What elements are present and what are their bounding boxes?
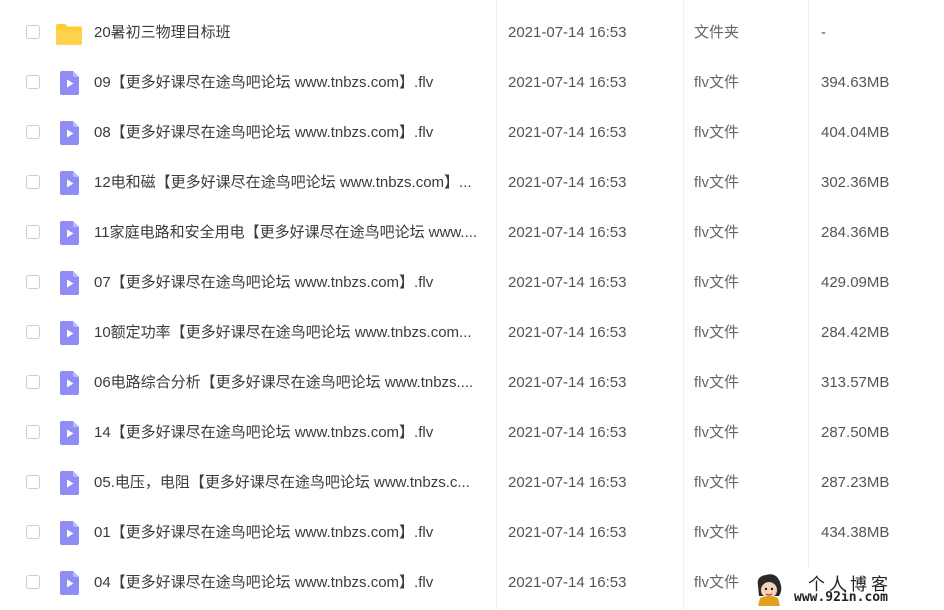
- file-type: flv文件: [694, 74, 740, 91]
- video-file-icon: [60, 271, 79, 295]
- modified-date: 2021-07-14 16:53: [508, 74, 627, 91]
- file-name[interactable]: 11家庭电路和安全用电【更多好课尽在途鸟吧论坛 www....: [94, 208, 489, 258]
- file-type: flv文件: [694, 374, 740, 391]
- row-checkbox[interactable]: [26, 525, 40, 539]
- modified-date: 2021-07-14 16:53: [508, 224, 627, 241]
- modified-date: 2021-07-14 16:53: [508, 524, 627, 541]
- file-size: 404.04MB: [821, 124, 890, 141]
- file-type: flv文件: [694, 524, 740, 541]
- modified-date: 2021-07-14 16:53: [508, 324, 627, 341]
- file-name[interactable]: 20暑初三物理目标班: [94, 8, 489, 58]
- modified-date: 2021-07-14 16:53: [508, 574, 627, 591]
- file-row[interactable]: 20暑初三物理目标班 2021-07-14 16:53 文件夹 -: [0, 8, 944, 58]
- file-size: 313.57MB: [821, 374, 890, 391]
- file-name[interactable]: 10额定功率【更多好课尽在途鸟吧论坛 www.tnbzs.com...: [94, 308, 489, 358]
- file-row[interactable]: 05.电压，电阻【更多好课尽在途鸟吧论坛 www.tnbzs.c... 2021-…: [0, 458, 944, 508]
- video-file-icon: [60, 571, 79, 595]
- video-file-icon: [60, 521, 79, 545]
- modified-date: 2021-07-14 16:53: [508, 424, 627, 441]
- row-checkbox[interactable]: [26, 75, 40, 89]
- file-size: 429.09MB: [821, 274, 890, 291]
- file-name[interactable]: 01【更多好课尽在途鸟吧论坛 www.tnbzs.com】.flv: [94, 508, 489, 558]
- file-name[interactable]: 09【更多好课尽在途鸟吧论坛 www.tnbzs.com】.flv: [94, 58, 489, 108]
- file-size: 287.50MB: [821, 424, 890, 441]
- file-name[interactable]: 06电路综合分析【更多好课尽在途鸟吧论坛 www.tnbzs....: [94, 358, 489, 408]
- row-checkbox[interactable]: [26, 275, 40, 289]
- file-size: 394.63MB: [821, 74, 890, 91]
- file-row[interactable]: 09【更多好课尽在途鸟吧论坛 www.tnbzs.com】.flv 2021-07…: [0, 58, 944, 108]
- file-row[interactable]: 08【更多好课尽在途鸟吧论坛 www.tnbzs.com】.flv 2021-07…: [0, 108, 944, 158]
- file-size: 284.36MB: [821, 224, 890, 241]
- video-file-icon: [60, 371, 79, 395]
- file-name[interactable]: 04【更多好课尽在途鸟吧论坛 www.tnbzs.com】.flv: [94, 558, 489, 608]
- file-type: flv文件: [694, 224, 740, 241]
- file-size: 287.23MB: [821, 474, 890, 491]
- folder-icon: [56, 24, 82, 45]
- video-file-icon: [60, 321, 79, 345]
- file-size: -: [821, 24, 826, 41]
- modified-date: 2021-07-14 16:53: [508, 24, 627, 41]
- file-row[interactable]: 12电和磁【更多好课尽在途鸟吧论坛 www.tnbzs.com】... 2021-…: [0, 158, 944, 208]
- row-checkbox[interactable]: [26, 175, 40, 189]
- file-row[interactable]: 14【更多好课尽在途鸟吧论坛 www.tnbzs.com】.flv 2021-07…: [0, 408, 944, 458]
- row-checkbox[interactable]: [26, 425, 40, 439]
- file-list: 20暑初三物理目标班 2021-07-14 16:53 文件夹 - 09【更多好课尽在途…: [0, 8, 944, 608]
- row-checkbox[interactable]: [26, 475, 40, 489]
- file-type: flv文件: [694, 474, 740, 491]
- row-checkbox[interactable]: [26, 375, 40, 389]
- video-file-icon: [60, 121, 79, 145]
- file-row[interactable]: 11家庭电路和安全用电【更多好课尽在途鸟吧论坛 www.... 2021-07-1…: [0, 208, 944, 258]
- modified-date: 2021-07-14 16:53: [508, 274, 627, 291]
- file-type: flv文件: [694, 124, 740, 141]
- video-file-icon: [60, 421, 79, 445]
- file-name[interactable]: 12电和磁【更多好课尽在途鸟吧论坛 www.tnbzs.com】...: [94, 158, 489, 208]
- file-size: 302.36MB: [821, 174, 890, 191]
- avatar-icon: [757, 574, 782, 606]
- modified-date: 2021-07-14 16:53: [508, 474, 627, 491]
- file-type: 文件夹: [694, 24, 740, 41]
- file-size: 284.42MB: [821, 324, 890, 341]
- file-type: flv文件: [694, 424, 740, 441]
- file-row[interactable]: 01【更多好课尽在途鸟吧论坛 www.tnbzs.com】.flv 2021-07…: [0, 508, 944, 558]
- video-file-icon: [60, 171, 79, 195]
- file-type: flv文件: [694, 174, 740, 191]
- video-file-icon: [60, 71, 79, 95]
- watermark: 个人博客 www.92in.com: [748, 568, 944, 610]
- row-checkbox[interactable]: [26, 125, 40, 139]
- row-checkbox[interactable]: [26, 25, 40, 39]
- modified-date: 2021-07-14 16:53: [508, 174, 627, 191]
- file-row[interactable]: 07【更多好课尽在途鸟吧论坛 www.tnbzs.com】.flv 2021-07…: [0, 258, 944, 308]
- file-row[interactable]: 10额定功率【更多好课尽在途鸟吧论坛 www.tnbzs.com... 2021-…: [0, 308, 944, 358]
- file-row[interactable]: 06电路综合分析【更多好课尽在途鸟吧论坛 www.tnbzs.... 2021-0…: [0, 358, 944, 408]
- row-checkbox[interactable]: [26, 575, 40, 589]
- file-name[interactable]: 14【更多好课尽在途鸟吧论坛 www.tnbzs.com】.flv: [94, 408, 489, 458]
- video-file-icon: [60, 221, 79, 245]
- file-type: flv文件: [694, 324, 740, 341]
- watermark-url: www.92in.com: [794, 590, 888, 605]
- file-type: flv文件: [694, 274, 740, 291]
- row-checkbox[interactable]: [26, 325, 40, 339]
- file-size: 434.38MB: [821, 524, 890, 541]
- modified-date: 2021-07-14 16:53: [508, 374, 627, 391]
- row-checkbox[interactable]: [26, 225, 40, 239]
- video-file-icon: [60, 471, 79, 495]
- file-type: flv文件: [694, 574, 740, 591]
- file-name[interactable]: 05.电压，电阻【更多好课尽在途鸟吧论坛 www.tnbzs.c...: [94, 458, 489, 508]
- file-name[interactable]: 07【更多好课尽在途鸟吧论坛 www.tnbzs.com】.flv: [94, 258, 489, 308]
- modified-date: 2021-07-14 16:53: [508, 124, 627, 141]
- file-name[interactable]: 08【更多好课尽在途鸟吧论坛 www.tnbzs.com】.flv: [94, 108, 489, 158]
